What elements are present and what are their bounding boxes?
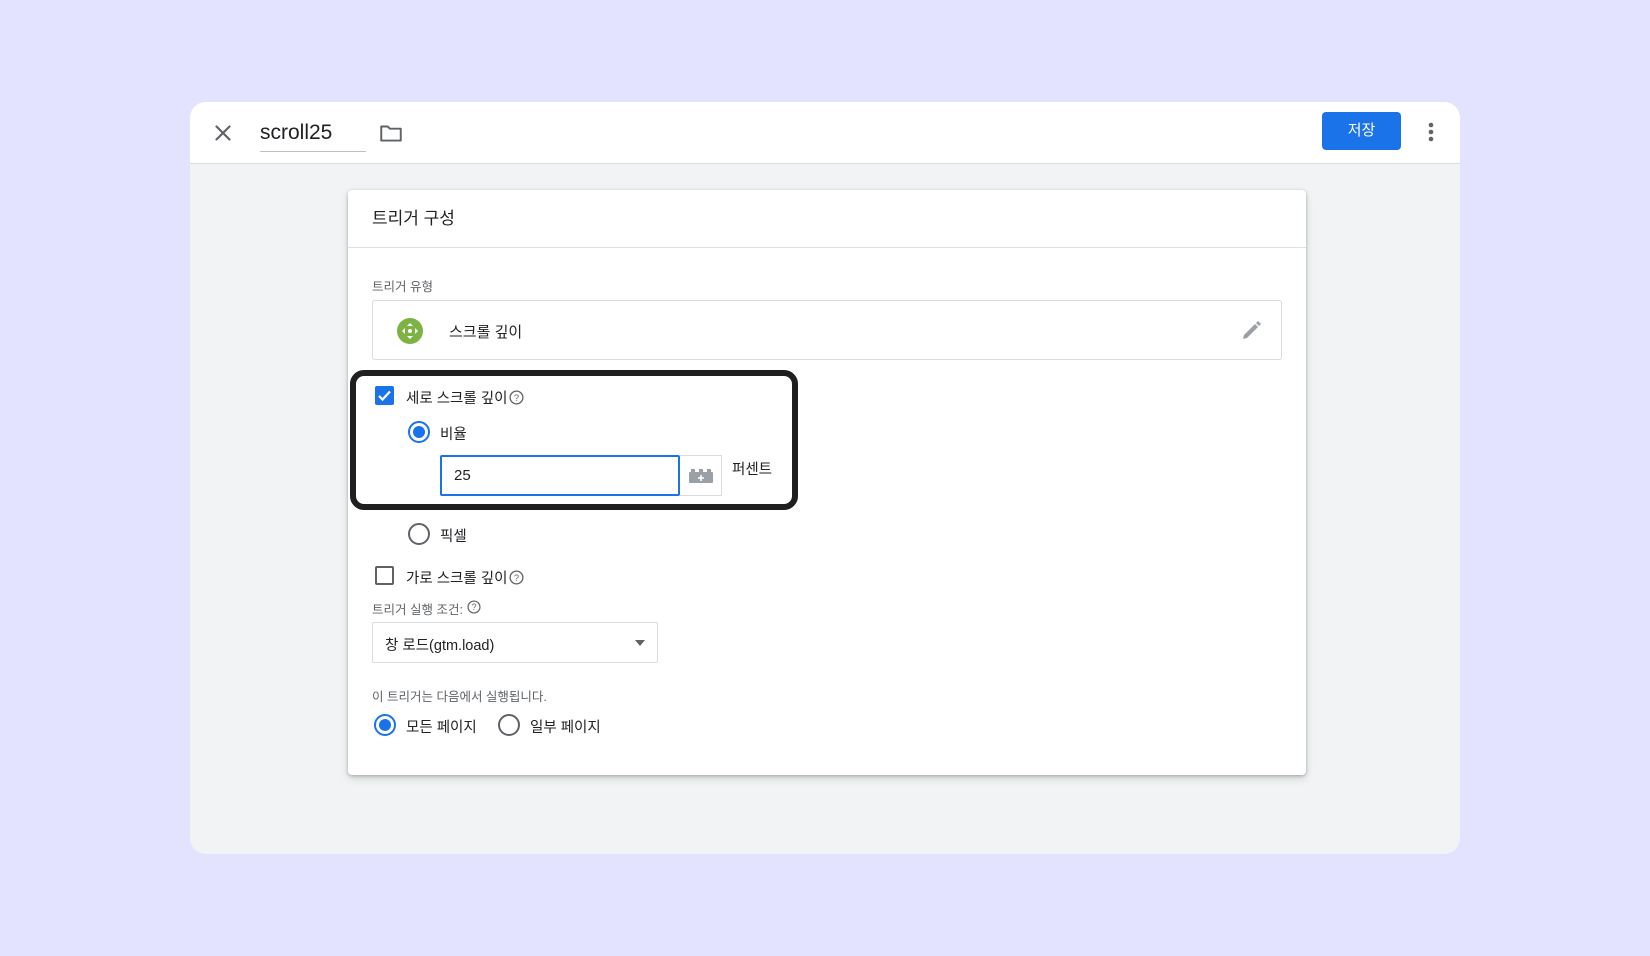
fire-on-select[interactable]: 창 로드(gtm.load) [372,622,658,663]
fire-on-value: 창 로드(gtm.load) [385,638,495,654]
percent-radio[interactable] [408,421,430,443]
trigger-config-card: 트리거 구성 트리거 유형 스크롤 깊이 세로 스크롤 깊이 ? 비율 25 퍼… [348,190,1306,775]
variable-picker-button[interactable] [680,455,722,496]
horizontal-scroll-checkbox[interactable] [375,566,394,585]
trigger-type-selector[interactable]: 스크롤 깊이 [372,300,1282,360]
svg-text:?: ? [514,573,519,583]
vertical-scroll-checkbox[interactable] [375,386,394,405]
folder-icon[interactable] [378,120,404,146]
close-icon[interactable] [210,120,236,146]
all-pages-radio[interactable] [374,714,396,736]
svg-text:?: ? [472,602,477,612]
card-title: 트리거 구성 [348,190,1306,248]
more-vert-icon[interactable] [1418,118,1444,146]
help-icon[interactable]: ? [467,600,481,614]
help-icon[interactable]: ? [509,390,524,405]
percent-unit-label: 퍼센트 [732,462,773,478]
horizontal-scroll-label: 가로 스크롤 깊이 [406,571,508,587]
pixels-radio[interactable] [408,523,430,545]
fire-on-label: 트리거 실행 조건: [372,603,463,617]
pencil-icon[interactable] [1239,319,1263,343]
scope-label: 이 트리거는 다음에서 실행됩니다. [372,690,547,704]
scroll-depth-icon [397,318,423,344]
svg-text:?: ? [514,393,519,403]
some-pages-label: 일부 페이지 [530,720,601,736]
dropdown-arrow-icon [635,640,645,646]
some-pages-radio[interactable] [498,714,520,736]
trigger-name-input[interactable]: scroll25 [260,116,366,152]
vertical-scroll-label: 세로 스크롤 깊이 [406,391,508,407]
tag-manager-window: scroll25 저장 트리거 구성 트리거 유형 스크롤 깊이 세로 스크롤 … [190,102,1460,854]
all-pages-label: 모든 페이지 [406,720,477,736]
trigger-type-label: 트리거 유형 [372,280,433,294]
trigger-type-name: 스크롤 깊이 [449,324,523,341]
save-button[interactable]: 저장 [1322,112,1401,150]
help-icon[interactable]: ? [509,570,524,585]
percent-label: 비율 [440,427,467,443]
pixels-label: 픽셀 [440,529,467,545]
percent-value-input[interactable]: 25 [440,455,680,496]
brick-icon [689,469,713,483]
top-bar: scroll25 저장 [190,102,1460,164]
